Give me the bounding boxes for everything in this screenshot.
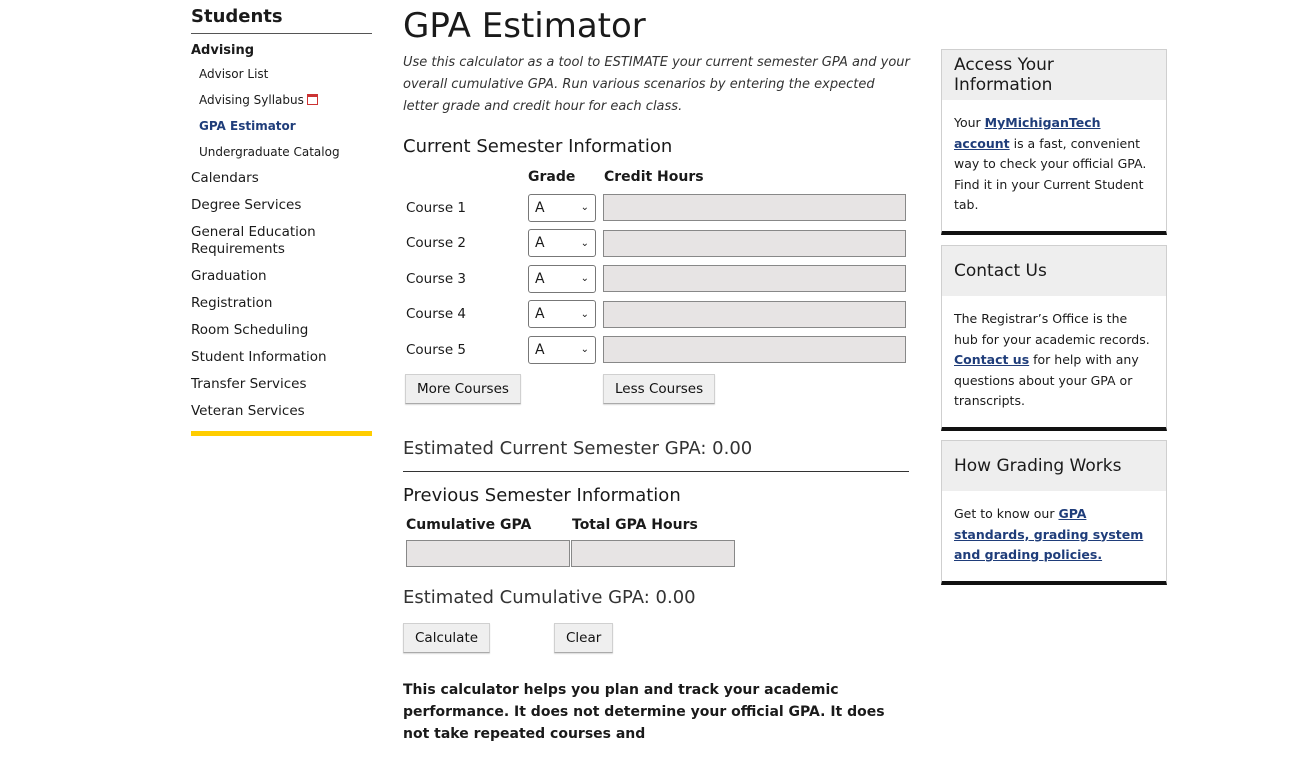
- sidebar: Students Advising Advisor List Advising …: [191, 6, 372, 436]
- access-info-title: Access Your Information: [942, 50, 1166, 100]
- grading-body: Get to know our GPA standards, grading s…: [954, 506, 1144, 562]
- cumulative-gpa-header: Cumulative GPA: [406, 516, 532, 533]
- sidebar-item-registration[interactable]: Registration: [191, 290, 372, 317]
- intro-text: Use this calculator as a tool to ESTIMAT…: [403, 55, 910, 114]
- course-label: Course 5: [406, 341, 467, 358]
- total-gpa-hours-header: Total GPA Hours: [572, 516, 698, 533]
- sidebar-item-veteran-services[interactable]: Veteran Services: [191, 398, 372, 425]
- credit-hours-input[interactable]: [603, 300, 906, 328]
- grading-box: How Grading Works Get to know our GPA st…: [941, 440, 1167, 585]
- grade-select[interactable]: A ⌄: [528, 335, 596, 364]
- sidebar-item-transfer-services[interactable]: Transfer Services: [191, 371, 372, 398]
- course-label: Course 1: [406, 199, 467, 216]
- course-row: Course 2 A ⌄: [403, 226, 913, 262]
- estimated-cumulative-gpa: Estimated Cumulative GPA: 0.00: [403, 586, 696, 608]
- sidebar-item-advisor-list[interactable]: Advisor List: [191, 61, 372, 87]
- sidebar-item-gpa-estimator[interactable]: GPA Estimator: [191, 113, 372, 139]
- access-info-body: Your MyMichiganTech account is a fast, c…: [954, 115, 1147, 212]
- sidebar-item-calendars[interactable]: Calendars: [191, 165, 372, 192]
- sidebar-item-undergraduate-catalog[interactable]: Undergraduate Catalog: [191, 139, 372, 165]
- credit-hours-input[interactable]: [603, 229, 906, 257]
- grade-select[interactable]: A ⌄: [528, 229, 596, 258]
- course-row: Course 3 A ⌄: [403, 261, 913, 297]
- course-row: Course 5 A ⌄: [403, 332, 913, 368]
- course-row: Course 4 A ⌄: [403, 297, 913, 333]
- sidebar-item-general-education[interactable]: General Education Requirements: [191, 219, 372, 263]
- current-semester-heading: Current Semester Information: [403, 136, 673, 157]
- chevron-down-icon: ⌄: [580, 273, 589, 285]
- estimated-current-gpa: Estimated Current Semester GPA: 0.00: [403, 437, 753, 459]
- chevron-down-icon: ⌄: [580, 308, 589, 320]
- chevron-down-icon: ⌄: [580, 202, 589, 214]
- previous-semester-heading: Previous Semester Information: [403, 484, 681, 506]
- sidebar-item-room-scheduling[interactable]: Room Scheduling: [191, 317, 372, 344]
- calculate-button[interactable]: Calculate: [403, 622, 491, 653]
- course-label: Course 2: [406, 235, 467, 252]
- course-label: Course 3: [406, 270, 467, 287]
- sidebar-accent-bar: [191, 431, 372, 436]
- grade-header: Grade: [528, 169, 576, 185]
- sidebar-item-advising-syllabus[interactable]: Advising Syllabus: [191, 87, 372, 113]
- credit-hours-input[interactable]: [603, 194, 906, 222]
- main-content: GPA Estimator Use this calculator as a t…: [403, 6, 913, 759]
- sidebar-section-advising[interactable]: Advising: [191, 43, 372, 58]
- sidebar-item-graduation[interactable]: Graduation: [191, 263, 372, 290]
- less-courses-button[interactable]: Less Courses: [603, 373, 716, 404]
- clear-button[interactable]: Clear: [554, 622, 614, 653]
- course-label: Course 4: [406, 306, 467, 323]
- cumulative-gpa-input[interactable]: [406, 539, 570, 567]
- sidebar-item-student-information[interactable]: Student Information: [191, 344, 372, 371]
- more-courses-button[interactable]: More Courses: [405, 373, 521, 404]
- sidebar-item-degree-services[interactable]: Degree Services: [191, 192, 372, 219]
- sidebar-title[interactable]: Students: [191, 6, 372, 34]
- grade-select[interactable]: A ⌄: [528, 300, 596, 329]
- course-row: Course 1 A ⌄: [403, 190, 913, 226]
- chevron-down-icon: ⌄: [580, 344, 589, 356]
- grade-select[interactable]: A ⌄: [528, 264, 596, 293]
- pdf-icon: [306, 94, 318, 105]
- contact-us-link[interactable]: Contact us: [954, 352, 1029, 367]
- access-info-box: Access Your Information Your MyMichiganT…: [941, 49, 1167, 235]
- credit-hours-input[interactable]: [603, 336, 906, 364]
- total-gpa-hours-input[interactable]: [571, 539, 735, 567]
- disclaimer-text: This calculator helps you plan and track…: [403, 681, 885, 742]
- grading-title: How Grading Works: [942, 441, 1166, 491]
- contact-us-box: Contact Us The Registrar’s Office is the…: [941, 245, 1167, 431]
- chevron-down-icon: ⌄: [580, 237, 589, 249]
- contact-us-title: Contact Us: [942, 246, 1166, 296]
- page-title: GPA Estimator: [403, 6, 646, 46]
- grade-select[interactable]: A ⌄: [528, 193, 596, 222]
- credit-hours-header: Credit Hours: [604, 169, 704, 185]
- credit-hours-input[interactable]: [603, 265, 906, 293]
- contact-us-body: The Registrar’s Office is the hub for yo…: [954, 311, 1150, 408]
